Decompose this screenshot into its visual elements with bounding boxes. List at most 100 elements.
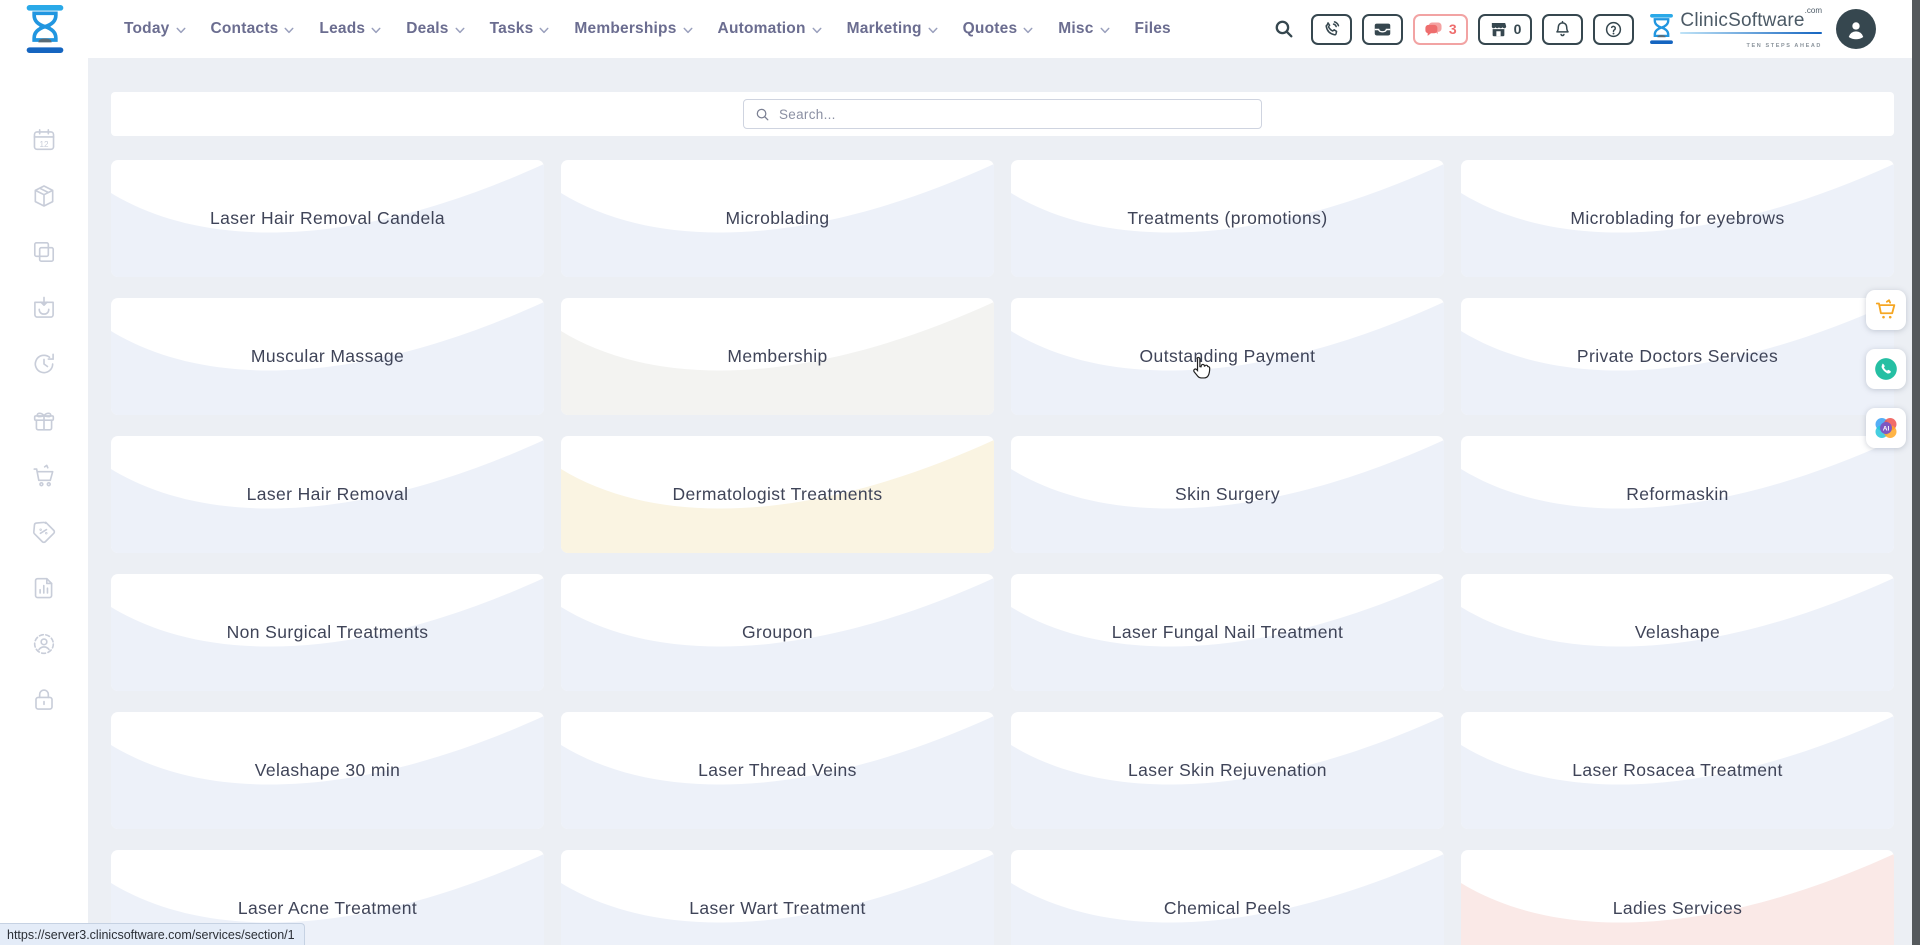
whatsapp-icon xyxy=(1873,356,1899,382)
help-button[interactable] xyxy=(1593,14,1634,45)
inbox-button[interactable] xyxy=(1362,14,1403,45)
service-card-label: Laser Hair Removal xyxy=(247,484,409,505)
sidebar-gift-icon[interactable] xyxy=(31,407,57,433)
brand-hourglass-icon xyxy=(1648,13,1675,45)
sidebar-lock-icon[interactable] xyxy=(31,687,57,713)
user-avatar[interactable] xyxy=(1836,9,1876,49)
nav-item-label: Misc xyxy=(1058,20,1093,38)
service-card[interactable]: Reformaskin xyxy=(1461,436,1894,553)
service-card[interactable]: Dermatologist Treatments xyxy=(561,436,994,553)
chevron-down-icon xyxy=(455,27,465,34)
service-card[interactable]: Non Surgical Treatments xyxy=(111,574,544,691)
sidebar-calendar-import-icon[interactable] xyxy=(31,295,57,321)
service-card[interactable]: Microblading for eyebrows xyxy=(1461,160,1894,277)
nav-item-label: Deals xyxy=(406,20,448,38)
nav-item-memberships[interactable]: Memberships xyxy=(574,20,692,38)
sidebar-account-icon[interactable] xyxy=(31,631,57,657)
nav-item-label: Automation xyxy=(718,20,806,38)
scrollbar[interactable] xyxy=(1912,0,1920,945)
nav-item-label: Marketing xyxy=(847,20,922,38)
service-card[interactable]: Laser Rosacea Treatment xyxy=(1461,712,1894,829)
sidebar-package-icon[interactable] xyxy=(31,183,57,209)
bell-icon xyxy=(1553,20,1572,39)
brand-name: ClinicSoftware xyxy=(1680,10,1804,31)
service-card[interactable]: Groupon xyxy=(561,574,994,691)
sidebar-copy-icon[interactable] xyxy=(31,239,57,265)
chevron-down-icon xyxy=(176,27,186,34)
brand-logo[interactable]: ClinicSoftware.com TEN STEPS AHEAD xyxy=(1648,7,1822,52)
service-card-label: Skin Surgery xyxy=(1175,484,1280,505)
header-actions: 3 0 ClinicSoftware.com TEN STEPS AHEAD xyxy=(1273,0,1876,58)
nav-item-files[interactable]: Files xyxy=(1135,20,1171,38)
notifications-button[interactable] xyxy=(1542,14,1583,45)
brand-tld: .com xyxy=(1805,6,1822,15)
nav-item-quotes[interactable]: Quotes xyxy=(963,20,1034,38)
nav-item-today[interactable]: Today xyxy=(124,20,186,38)
app-logo-icon[interactable] xyxy=(22,4,68,54)
service-card[interactable]: Membership xyxy=(561,298,994,415)
floating-actions: AI xyxy=(1866,290,1906,448)
chat-button[interactable]: 3 xyxy=(1413,14,1468,45)
link-preview: https://server3.clinicsoftware.com/servi… xyxy=(0,923,305,945)
nav-item-leads[interactable]: Leads xyxy=(319,20,381,38)
search-bar xyxy=(111,92,1894,136)
search-input[interactable] xyxy=(779,107,1250,122)
sidebar-calendar-icon[interactable]: 12 xyxy=(31,127,57,153)
nav-item-tasks[interactable]: Tasks xyxy=(490,20,550,38)
service-card[interactable]: Laser Fungal Nail Treatment xyxy=(1011,574,1444,691)
service-card[interactable]: Laser Skin Rejuvenation xyxy=(1011,712,1444,829)
chat-icon xyxy=(1424,20,1443,39)
service-card-label: Ladies Services xyxy=(1613,898,1743,919)
pos-button[interactable]: 0 xyxy=(1478,14,1533,45)
brand-tagline: TEN STEPS AHEAD xyxy=(1680,32,1822,52)
service-card[interactable]: Microblading xyxy=(561,160,994,277)
service-card-label: Microblading xyxy=(725,208,829,229)
service-card[interactable]: Velashape xyxy=(1461,574,1894,691)
nav-item-deals[interactable]: Deals xyxy=(406,20,464,38)
service-card[interactable]: Velashape 30 min xyxy=(111,712,544,829)
question-icon xyxy=(1604,20,1623,39)
phone-button[interactable] xyxy=(1311,14,1352,45)
whatsapp-fab[interactable] xyxy=(1866,349,1906,389)
nav-item-contacts[interactable]: Contacts xyxy=(211,20,295,38)
nav-item-automation[interactable]: Automation xyxy=(718,20,822,38)
ai-fab[interactable]: AI xyxy=(1866,408,1906,448)
service-card-label: Private Doctors Services xyxy=(1577,346,1778,367)
service-card-label: Velashape 30 min xyxy=(255,760,401,781)
nav-item-label: Contacts xyxy=(211,20,279,38)
sidebar-report-icon[interactable] xyxy=(31,575,57,601)
chat-badge: 3 xyxy=(1449,21,1457,37)
service-card-label: Laser Fungal Nail Treatment xyxy=(1112,622,1344,643)
service-card[interactable]: Skin Surgery xyxy=(1011,436,1444,553)
service-card[interactable]: Private Doctors Services xyxy=(1461,298,1894,415)
search-input-wrapper[interactable] xyxy=(743,99,1262,129)
sidebar-voucher-icon[interactable] xyxy=(31,519,57,545)
chevron-down-icon xyxy=(812,27,822,34)
service-card[interactable]: Outstanding Payment xyxy=(1011,298,1444,415)
pos-badge: 0 xyxy=(1514,21,1522,37)
ai-icon: AI xyxy=(1873,415,1899,441)
service-card[interactable]: Ladies Services xyxy=(1461,850,1894,945)
service-card-label: Laser Hair Removal Candela xyxy=(210,208,445,229)
service-card-label: Microblading for eyebrows xyxy=(1570,208,1784,229)
service-card[interactable]: Treatments (promotions) xyxy=(1011,160,1444,277)
service-card[interactable]: Laser Thread Veins xyxy=(561,712,994,829)
service-card-label: Non Surgical Treatments xyxy=(227,622,429,643)
cart-orange-icon xyxy=(1873,297,1899,323)
service-card[interactable]: Laser Wart Treatment xyxy=(561,850,994,945)
chevron-down-icon xyxy=(1100,27,1110,34)
nav-item-label: Leads xyxy=(319,20,365,38)
sidebar-cart-icon[interactable] xyxy=(31,463,57,489)
nav-item-marketing[interactable]: Marketing xyxy=(847,20,938,38)
service-card[interactable]: Chemical Peels xyxy=(1011,850,1444,945)
service-card[interactable]: Laser Hair Removal xyxy=(111,436,544,553)
nav-item-misc[interactable]: Misc xyxy=(1058,20,1109,38)
cart-fab[interactable] xyxy=(1866,290,1906,330)
store-icon xyxy=(1489,20,1508,39)
sidebar-history-icon[interactable] xyxy=(31,351,57,377)
service-card[interactable]: Laser Hair Removal Candela xyxy=(111,160,544,277)
service-card[interactable]: Muscular Massage xyxy=(111,298,544,415)
search-icon[interactable] xyxy=(1273,18,1295,40)
main-content: Laser Hair Removal Candela Microblading Tr… xyxy=(88,58,1920,945)
nav-item-label: Files xyxy=(1135,20,1171,38)
